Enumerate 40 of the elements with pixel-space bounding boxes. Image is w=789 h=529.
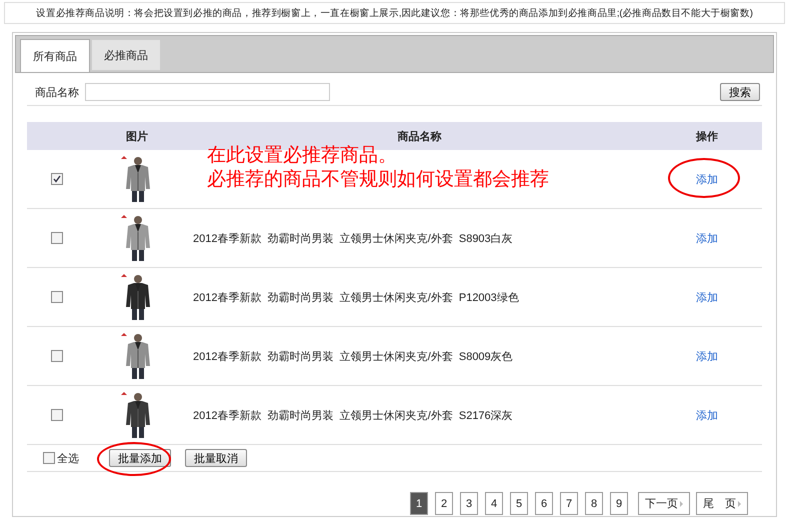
product-name: 2012春季新款 劲霸时尚男装 立领男士休闲夹克/外套 S8903白灰	[192, 232, 514, 246]
batch-button[interactable]: 批量取消	[185, 449, 247, 467]
annotation-text: 在此设置必推荐商品。	[207, 144, 398, 168]
page-button[interactable]: 3	[460, 492, 478, 515]
tab[interactable]: 必推商品	[92, 40, 160, 70]
search-button[interactable]: 搜索	[720, 83, 760, 101]
checkbox[interactable]	[51, 350, 63, 362]
checkbox[interactable]	[51, 409, 63, 421]
column-header: 商品名称	[396, 130, 442, 144]
annotation-text: 必推荐的商品不管规则如何设置都会推荐	[207, 168, 549, 192]
product-name: 2012春季新款 劲霸时尚男装 立领男士休闲夹克/外套 P12003绿色	[192, 290, 520, 304]
checkbox[interactable]	[51, 232, 63, 244]
page-button[interactable]: 7	[560, 492, 578, 515]
checkbox[interactable]	[43, 452, 55, 464]
select-all-label: 全选	[57, 452, 79, 466]
product-name: 2012春季新款 劲霸时尚男装 立领男士休闲夹克/外套 S8009灰色	[192, 350, 514, 364]
add-link[interactable]: 添加	[696, 350, 718, 362]
notice-text: 设置必推荐商品说明：将会把设置到必推的商品，推荐到橱窗上，一直在橱窗上展示,因此建议您：将那些优秀的商品添加到必推商品里;(必推商品数目不能大于橱窗数)	[4, 2, 785, 24]
search-label: 商品名称	[35, 86, 79, 100]
last-page-button[interactable]: 尾 页	[696, 492, 748, 515]
product-name: 2012春季新款 劲霸时尚男装 立领男士休闲夹克/外套 S2176深灰	[192, 408, 514, 422]
next-page-button[interactable]: 下一页	[638, 492, 690, 515]
add-link[interactable]: 添加	[696, 292, 718, 304]
batch-button[interactable]: 批量添加	[109, 449, 171, 467]
tab[interactable]: 所有商品	[20, 39, 90, 72]
page-button[interactable]: 5	[510, 492, 528, 515]
page-button[interactable]: 6	[535, 492, 553, 515]
page-button[interactable]: 4	[485, 492, 503, 515]
column-header: 操作	[694, 130, 719, 144]
column-header: 图片	[125, 130, 149, 144]
search-field[interactable]	[85, 83, 330, 101]
page-button[interactable]: 1	[410, 492, 428, 515]
page-button[interactable]: 8	[585, 492, 603, 515]
add-link[interactable]: 添加	[696, 174, 718, 186]
add-link[interactable]: 添加	[696, 232, 718, 244]
add-link[interactable]: 添加	[696, 410, 718, 422]
page-button[interactable]: 9	[610, 492, 628, 515]
checkbox[interactable]	[51, 291, 63, 303]
checkbox[interactable]	[51, 173, 63, 185]
page-button[interactable]: 2	[435, 492, 453, 515]
